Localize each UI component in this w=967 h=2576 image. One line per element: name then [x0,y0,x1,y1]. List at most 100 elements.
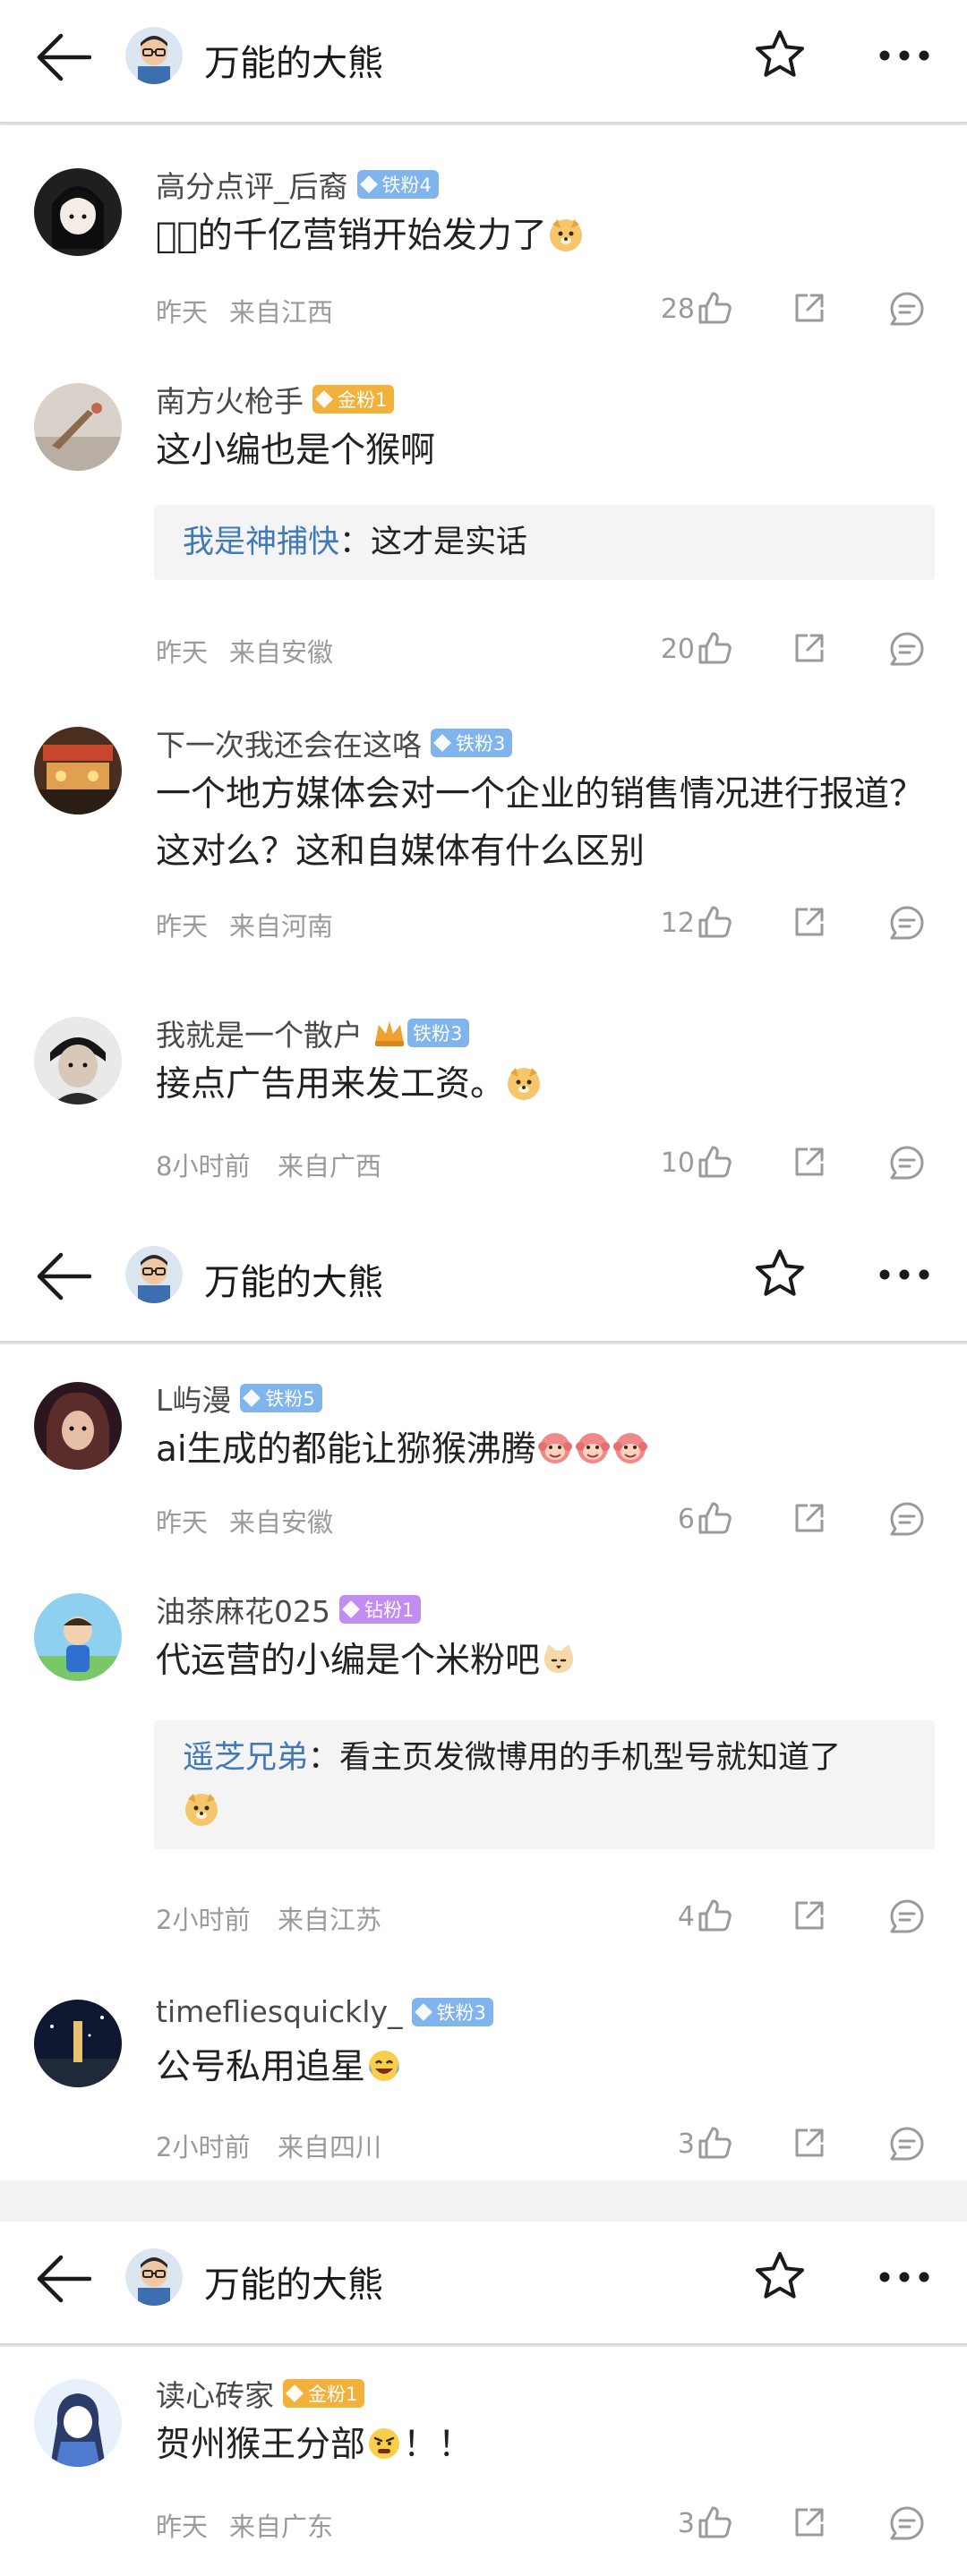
more-icon[interactable] [877,48,931,63]
avatar[interactable] [34,2379,122,2467]
header-title[interactable]: 万能的大熊 [204,34,383,86]
avatar[interactable] [34,1593,122,1681]
comment-time: 昨天 [156,911,209,942]
like-count: 3 [677,2508,695,2539]
star-icon[interactable] [754,29,806,81]
share-icon[interactable] [792,630,827,666]
comment-time: 2小时前 [156,2132,251,2162]
username[interactable]: 高分点评_后裔 [156,163,348,206]
fan-badge: 铁粉3 [431,729,513,757]
like-icon[interactable] [697,2504,732,2540]
comment-text-body: 贺州猴王分部 [156,2425,366,2465]
username[interactable]: 我就是一个散户 [156,1011,363,1054]
comment-list: 读心砖家 金粉1 贺州猴王分部 ！！ 昨天 来自广东 3 [0,2347,967,2576]
reply-box[interactable]: 我是神捕快：这才是实话 [154,505,935,580]
back-arrow-icon[interactable] [36,2254,91,2304]
comment-location: 来自江西 [229,297,334,328]
comment-icon[interactable] [888,904,926,942]
like-icon[interactable] [697,290,732,326]
diamond-icon [433,734,451,752]
comment-icon[interactable] [888,2125,926,2162]
fan-badge: 金粉1 [283,2379,365,2408]
crown-badge-icon [375,1021,404,1046]
share-icon[interactable] [792,1144,827,1180]
comment-location: 来自河南 [229,911,334,942]
share-icon[interactable] [792,290,827,326]
comment-text: 贺州猴王分部 ！！ [156,2417,944,2474]
comment-text: 代运营的小编是个米粉吧 [156,1633,944,1690]
comment-location: 来自江苏 [278,1905,382,1935]
username[interactable]: 下一次我还会在这咯 [156,721,422,764]
fan-badge: 铁粉3 [407,1019,470,1047]
weibo-header: 万能的大熊 [0,2222,967,2345]
star-icon[interactable] [754,2250,806,2302]
comment-icon[interactable] [888,1898,926,1935]
avatar[interactable] [34,2000,122,2087]
back-arrow-icon[interactable] [36,32,91,82]
comment-meta: 昨天 来自安徽 6 [156,1500,944,1538]
comment-icon[interactable] [888,2504,926,2542]
username[interactable]: timefliesquickly_ [156,1994,403,2029]
share-icon[interactable] [792,2125,827,2161]
like-count: 12 [660,908,695,939]
share-icon[interactable] [792,904,827,940]
header-avatar[interactable] [125,27,183,84]
like-count: 3 [677,2128,695,2160]
comment-list: 高分点评_后裔 铁粉4 我⃣的千亿营销开始发力了 昨天 来自江西 28 南方火枪… [0,125,967,1219]
like-icon[interactable] [697,2125,732,2161]
like-icon[interactable] [697,630,732,666]
comment-time: 昨天 [156,1507,209,1538]
avatar[interactable] [34,1017,122,1105]
username[interactable]: 油茶麻花025 [156,1588,330,1631]
username-row: 南方火枪手 金粉1 [156,378,395,421]
header-avatar[interactable] [125,1246,183,1303]
avatar[interactable] [34,1382,122,1470]
header-avatar[interactable] [125,2248,183,2306]
avatar[interactable] [34,727,122,815]
comment-time: 2小时前 [156,1905,251,1935]
comment-icon[interactable] [888,290,926,328]
avatar[interactable] [34,383,122,471]
star-icon[interactable] [754,1248,806,1300]
comment-time: 昨天 [156,297,209,328]
like-icon[interactable] [697,1500,732,1536]
screenshot-root: 万能的大熊 高分点评_后裔 铁粉4 我⃣的千亿营销开始发力了 昨天 来自江西 2… [0,0,967,2576]
comment-text-body: 公号私用追星 [156,2047,366,2087]
reply-username[interactable]: 遥芝兄弟 [183,1740,308,1776]
username[interactable]: 南方火枪手 [156,378,304,421]
comment-text-body: 代运营的小编是个米粉吧 [156,1641,541,1681]
monkey-emoji-icon [612,1429,649,1467]
comment-meta: 2小时前 来自江苏 4 [156,1898,944,1935]
comment-icon[interactable] [888,1144,926,1181]
reply-username[interactable]: 我是神捕快 [183,525,339,560]
share-icon[interactable] [792,1898,827,1933]
back-arrow-icon[interactable] [36,1251,91,1301]
comment-time: 昨天 [156,2512,209,2542]
diamond-icon [414,2002,432,2021]
avatar[interactable] [34,168,122,256]
badge-label: 铁粉5 [265,1388,315,1410]
share-icon[interactable] [792,1500,827,1536]
reply-box[interactable]: 遥芝兄弟：看主页发微博用的手机型号就知道了 [154,1720,935,1849]
share-icon[interactable] [792,2504,827,2540]
like-icon[interactable] [697,1898,732,1933]
diamond-icon [243,1389,261,1407]
like-count: 4 [677,1901,695,1932]
laugh-cry-emoji-icon [365,2047,403,2085]
more-icon[interactable] [877,1267,931,1282]
like-icon[interactable] [697,904,732,940]
badge-label: 铁粉3 [436,2001,486,2024]
comment-icon[interactable] [888,1500,926,1538]
fan-badge: 钻粉1 [339,1595,422,1624]
comment-text-tail: ！！ [403,2425,474,2465]
diamond-icon [359,175,378,193]
like-icon[interactable] [697,1144,732,1180]
header-title[interactable]: 万能的大熊 [204,2256,383,2307]
like-count: 6 [677,1504,695,1535]
username[interactable]: L屿漫 [156,1377,231,1420]
weibo-header: 万能的大熊 [0,0,967,124]
username[interactable]: 读心砖家 [156,2372,274,2415]
header-title[interactable]: 万能的大熊 [204,1253,383,1305]
comment-icon[interactable] [888,630,926,668]
more-icon[interactable] [877,2270,931,2284]
